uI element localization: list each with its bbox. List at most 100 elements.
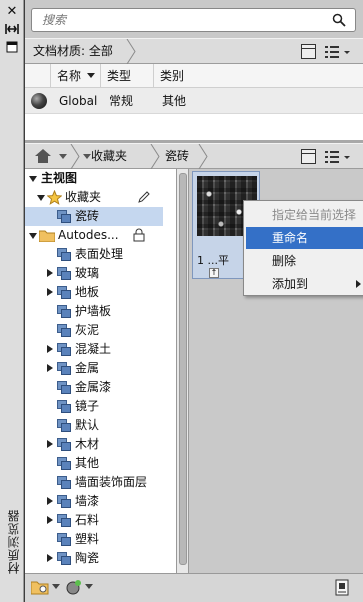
material-library-icon [57,438,71,451]
tree-label: 收藏夹 [65,190,102,204]
submenu-arrow-icon [356,280,361,288]
tree-node-tiles[interactable]: 瓷砖 [25,207,163,226]
tree-label: 镜子 [75,399,100,413]
tree-node-category[interactable]: 金属 [25,359,163,378]
list-view-options-icon[interactable] [324,148,358,166]
tree-node-category[interactable]: 镜子 [25,397,163,416]
expand-icon[interactable] [47,516,53,524]
chevron-down-icon[interactable] [85,584,93,590]
tree-label: 陶瓷 [75,551,100,565]
auto-hide-icon[interactable] [3,22,21,38]
properties-icon[interactable] [3,40,21,56]
expand-icon[interactable] [47,554,53,562]
table-row[interactable]: Global 常规 其他 [25,88,363,114]
tree-node-category[interactable]: 混凝土 [25,340,163,359]
column-header-type[interactable]: 类型 [101,64,154,88]
toggle-view-icon[interactable] [301,149,316,164]
tree-node-category[interactable]: 墙漆 [25,492,163,511]
collapse-icon[interactable] [29,233,37,239]
tree-node-category[interactable]: 木材 [25,435,163,454]
material-library-icon [57,495,71,508]
column-header-category[interactable]: 类别 [154,64,363,88]
material-library-icon [57,286,71,299]
home-icon[interactable] [35,149,51,163]
library-folder-icon[interactable] [31,579,49,595]
scrollbar-thumb[interactable] [179,173,187,565]
tree-label: 表面处理 [75,247,124,261]
tree-label: 墙面装饰面层 [75,475,148,489]
tree-node-category[interactable]: 地板 [25,283,163,302]
menu-item-add-to[interactable]: 添加到 [246,273,363,295]
material-library-icon [57,343,71,356]
create-material-icon[interactable] [65,579,83,595]
tree-node-category[interactable]: 石料 [25,511,163,530]
collapse-icon[interactable] [37,195,45,201]
tree-label: 地板 [75,285,100,299]
expand-icon[interactable] [47,497,53,505]
menu-item-assign-to-selection[interactable]: 指定给当前选择 [246,204,363,226]
tree-label: 塑料 [75,532,100,546]
tree-node-category[interactable]: 玻璃 [25,264,163,283]
list-view-options-icon[interactable] [324,43,358,61]
chevron-down-icon[interactable] [59,154,67,160]
tree-node-category[interactable]: 灰泥 [25,321,163,340]
tree-node-category[interactable]: 墙面装饰面层 [25,473,163,492]
tree-node-category[interactable]: 塑料 [25,530,163,549]
close-icon[interactable]: ✕ [3,4,21,20]
search-box[interactable] [31,8,356,32]
material-editor-icon[interactable] [335,579,349,596]
material-library-icon [57,267,71,280]
tree-node-category[interactable]: 护墙板 [25,302,163,321]
menu-item-label: 添加到 [272,277,309,291]
expand-icon[interactable] [47,269,53,277]
tree-node-autodesk-library[interactable]: Autodes... [25,226,163,245]
pencil-icon[interactable] [137,190,151,204]
material-library-icon [57,248,71,261]
material-library-icon [57,457,71,470]
column-header-label: 名称 [57,69,82,83]
toggle-view-icon[interactable] [301,44,316,59]
tree-node-category[interactable]: 默认 [25,416,163,435]
material-library-icon [57,476,71,489]
search-icon[interactable] [332,13,346,27]
breadcrumb-separator-icon [198,144,208,169]
library-tree: 主视图 收藏夹 瓷砖 Autodes... 表面处理 玻璃 地板 护墙板 灰泥 混凝土 金属… [25,169,177,573]
expand-icon[interactable] [47,345,53,353]
menu-item-rename[interactable]: 重命名 [246,227,363,249]
tree-label: 金属漆 [75,380,112,394]
breadcrumb-favorites[interactable]: 收藏夹 [83,144,127,169]
expand-icon[interactable] [47,288,53,296]
material-library-icon [57,305,71,318]
document-materials-filter[interactable]: 文档材质: 全部 [25,39,129,64]
tree-node-category[interactable]: 金属漆 [25,378,163,397]
column-header-preview [25,64,51,88]
document-materials-table: 名称 类型 类别 Global 常规 其他 [25,64,363,140]
column-header-name[interactable]: 名称 [51,64,101,88]
search-input[interactable] [42,12,322,28]
tree-node-category[interactable]: 表面处理 [25,245,163,264]
material-sphere-icon [31,93,47,109]
document-materials-bar: 文档材质: 全部 [25,38,363,64]
breadcrumb-tiles[interactable]: 瓷砖 [157,144,189,169]
folder-icon [39,230,55,242]
bottom-toolbar [25,573,363,602]
material-library-icon [57,210,71,223]
tree-node-home-view[interactable]: 主视图 [25,169,163,188]
menu-item-delete[interactable]: 删除 [246,250,363,272]
material-library-icon [57,419,71,432]
material-category-cell: 其他 [162,94,187,108]
apply-arrow-icon[interactable]: ↑ [209,268,219,278]
chevron-down-icon[interactable] [52,584,60,590]
tree-node-favorites[interactable]: 收藏夹 [25,188,163,207]
material-library-icon [57,381,71,394]
expand-icon[interactable] [47,440,53,448]
tree-label: 默认 [75,418,100,432]
tree-node-category[interactable]: 陶瓷 [25,549,163,568]
tree-node-category[interactable]: 其他 [25,454,163,473]
tree-label: 护墙板 [75,304,112,318]
tree-scrollbar[interactable] [177,169,189,573]
expand-icon[interactable] [47,364,53,372]
collapse-icon[interactable] [29,176,37,182]
tree-label: 玻璃 [75,266,100,280]
material-name-cell: Global [59,94,98,108]
